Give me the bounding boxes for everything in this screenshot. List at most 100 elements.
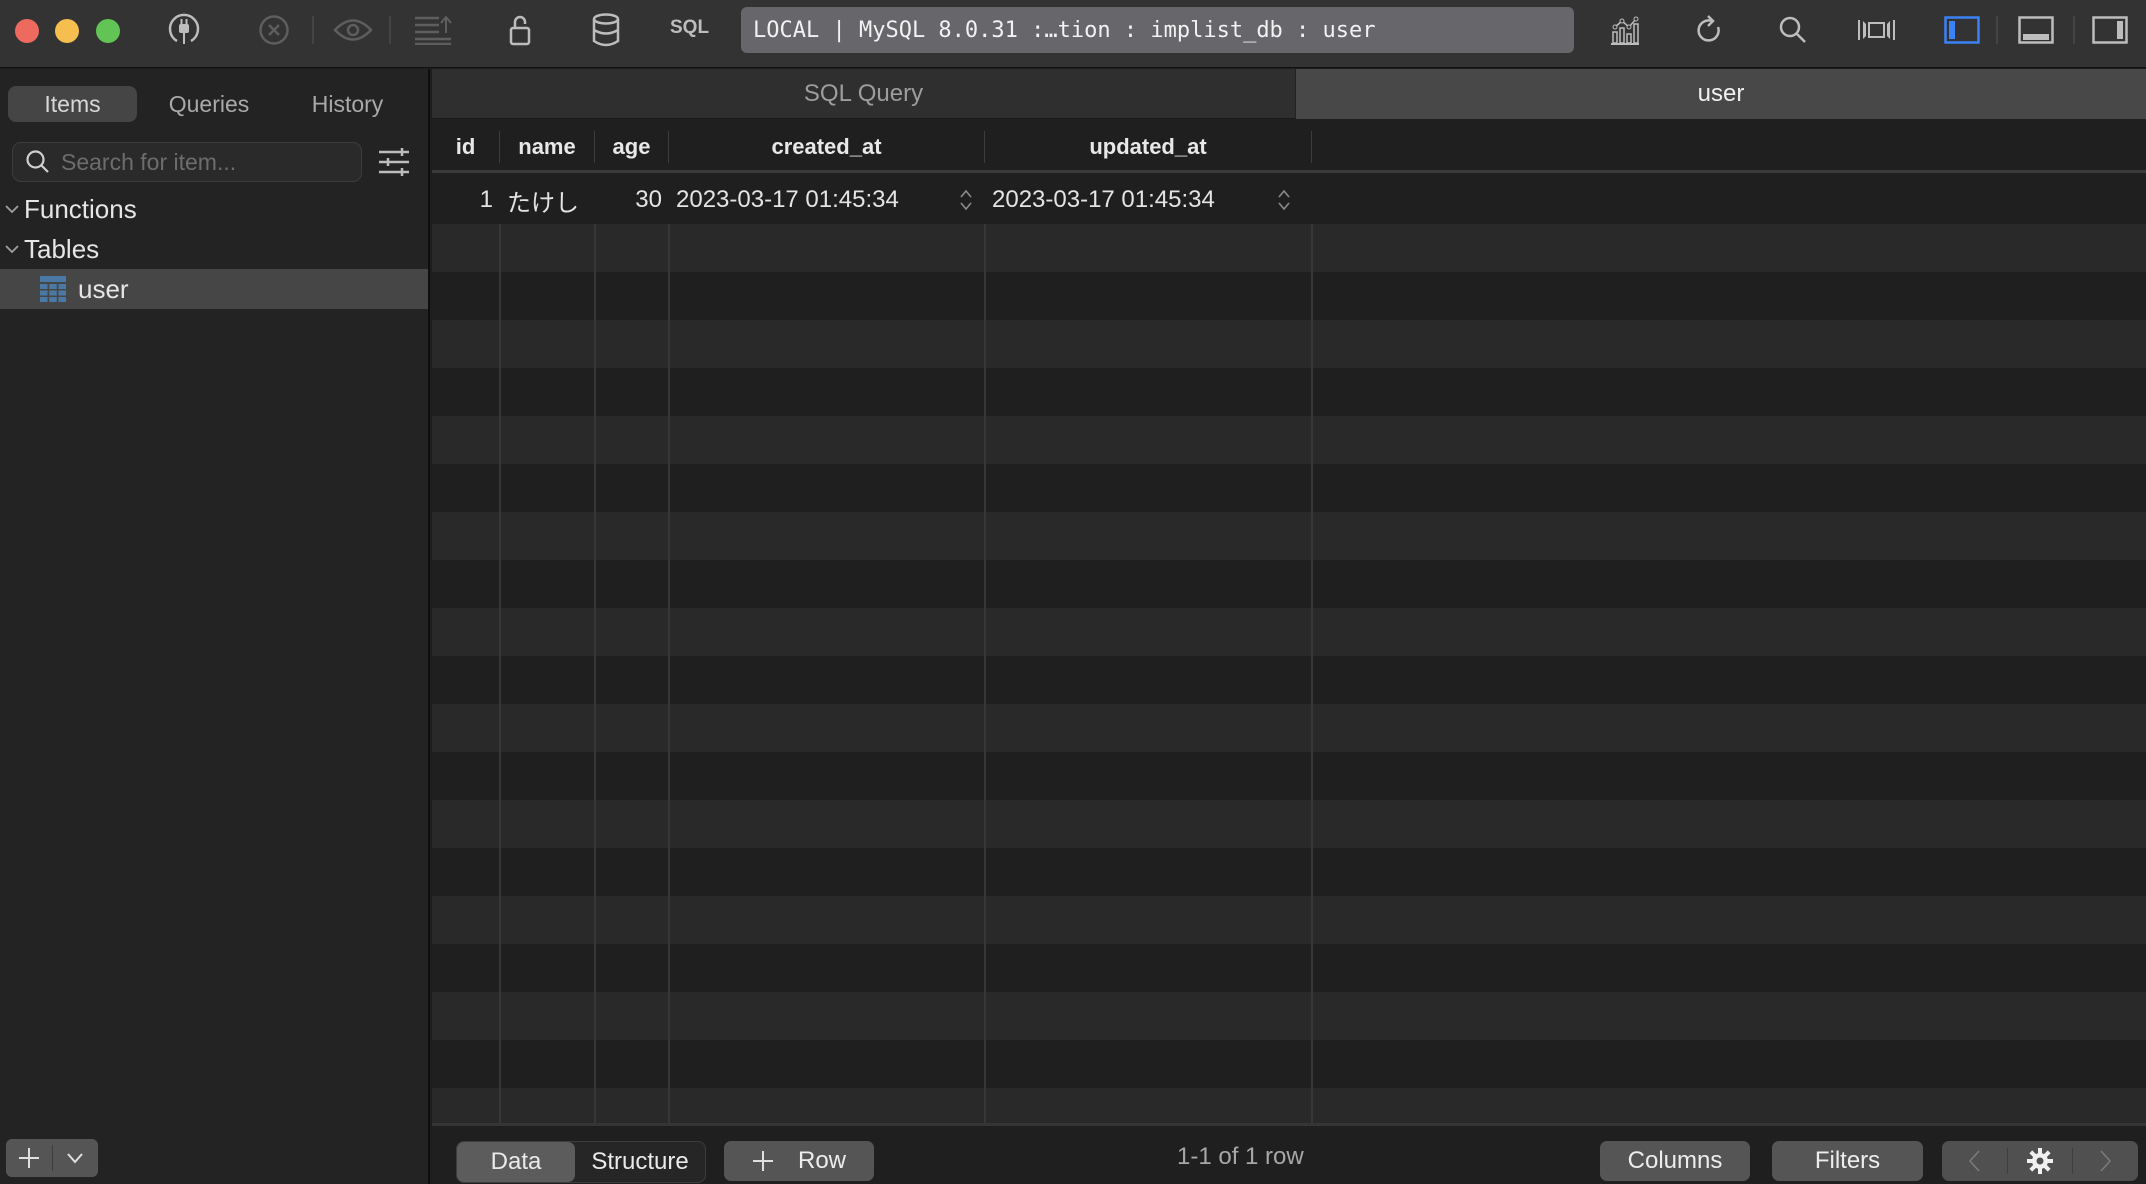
sidebar-tab-queries[interactable]: Queries — [150, 86, 268, 122]
cell-created-at[interactable]: 2023-03-17 01:45:34 — [670, 176, 930, 224]
pagination-control — [1942, 1141, 2138, 1181]
close-window-button[interactable] — [15, 19, 39, 43]
columns-button[interactable]: Columns — [1600, 1141, 1750, 1181]
empty-row — [432, 320, 2146, 368]
grid-header: id name age created_at updated_at — [432, 119, 2146, 173]
toolbar-separator — [389, 16, 391, 44]
tab-sql-query[interactable]: SQL Query — [432, 69, 1295, 119]
add-row-label: Row — [797, 1147, 846, 1174]
empty-row — [432, 416, 2146, 464]
title-bar: SQL LOCAL | MySQL 8.0.31 :…tion : implis… — [0, 0, 2146, 68]
structure-view-button[interactable]: Structure — [575, 1142, 705, 1182]
chevron-down-icon — [0, 204, 24, 214]
column-header-age[interactable]: age — [595, 131, 669, 163]
sidebar-tab-history[interactable]: History — [290, 86, 405, 122]
table-row[interactable]: 1 たけし 30 2023-03-17 01:45:34 2023-03-17 … — [432, 176, 2146, 224]
column-divider — [499, 176, 501, 1174]
column-header-updated-at[interactable]: updated_at — [985, 131, 1312, 163]
add-button[interactable] — [6, 1139, 52, 1177]
date-stepper-icon[interactable] — [1277, 188, 1291, 217]
data-view-button[interactable]: Data — [457, 1142, 575, 1182]
previous-page-button[interactable] — [1942, 1141, 2007, 1181]
sql-icon[interactable]: SQL — [670, 17, 709, 39]
chevron-down-icon — [0, 244, 24, 254]
empty-row — [432, 848, 2146, 896]
gear-icon — [2027, 1148, 2053, 1174]
metrics-chart-icon[interactable] — [1609, 12, 1641, 48]
column-divider — [984, 176, 986, 1174]
cell-age[interactable]: 30 — [596, 176, 668, 224]
filter-settings-icon[interactable] — [378, 147, 410, 182]
tree-group-label: Functions — [24, 193, 137, 224]
cell-updated-at[interactable]: 2023-03-17 01:45:34 — [986, 176, 1256, 224]
empty-row — [432, 560, 2146, 608]
empty-row — [432, 992, 2146, 1040]
chevron-right-icon — [2100, 1150, 2111, 1172]
plus-icon — [752, 1151, 773, 1171]
cell-id[interactable]: 1 — [432, 176, 499, 224]
minimize-window-button[interactable] — [55, 19, 79, 43]
tab-bar: SQL Query user — [432, 69, 2146, 119]
empty-row — [432, 896, 2146, 944]
empty-row — [432, 608, 2146, 656]
column-divider — [1311, 176, 1313, 1174]
empty-row — [432, 1040, 2146, 1088]
tree-group-label: Tables — [24, 233, 100, 264]
sidebar: Items Queries History Functions Tables u… — [0, 69, 430, 1184]
stop-icon[interactable] — [256, 12, 292, 48]
column-header-created-at[interactable]: created_at — [669, 131, 985, 163]
table-icon — [40, 276, 66, 302]
column-header-id[interactable]: id — [432, 131, 500, 163]
empty-row — [432, 656, 2146, 704]
empty-row — [432, 704, 2146, 752]
refresh-icon[interactable] — [1695, 12, 1723, 48]
tree-group-functions[interactable]: Functions — [0, 189, 428, 229]
main-area: SQL Query user id name age created_at up… — [432, 69, 2146, 1184]
empty-row — [432, 944, 2146, 992]
toolbar-separator — [1996, 16, 1998, 44]
toggle-bottom-panel-icon[interactable] — [2018, 12, 2054, 48]
date-stepper-icon[interactable] — [959, 188, 973, 217]
toggle-right-sidebar-icon[interactable] — [2092, 12, 2128, 48]
empty-row — [432, 464, 2146, 512]
pagination-settings-button[interactable] — [2008, 1141, 2073, 1181]
tab-user[interactable]: user — [1295, 69, 2146, 119]
plus-icon — [18, 1148, 39, 1168]
next-page-button[interactable] — [2073, 1141, 2138, 1181]
connect-plug-icon[interactable] — [166, 12, 202, 48]
filters-button[interactable]: Filters — [1772, 1141, 1923, 1181]
toggle-left-sidebar-icon[interactable] — [1944, 12, 1980, 48]
column-header-name[interactable]: name — [500, 131, 595, 163]
search-icon[interactable] — [1779, 12, 1807, 48]
empty-row — [432, 752, 2146, 800]
toolbar-separator — [2073, 16, 2075, 44]
empty-row — [432, 272, 2146, 320]
column-divider — [668, 176, 670, 1174]
add-item-control — [6, 1139, 98, 1177]
split-view-icon[interactable] — [1858, 12, 1896, 48]
empty-row — [432, 368, 2146, 416]
empty-row — [432, 800, 2146, 848]
database-icon[interactable] — [590, 12, 622, 48]
search-input[interactable] — [61, 148, 341, 176]
sidebar-item-user-table[interactable]: user — [0, 269, 428, 309]
search-icon — [25, 149, 51, 175]
view-mode-switch: Data Structure — [456, 1141, 706, 1183]
lock-icon[interactable] — [508, 12, 534, 48]
tree-group-tables[interactable]: Tables — [0, 229, 428, 269]
data-grid: id name age created_at updated_at 1 たけし … — [432, 119, 2146, 1174]
sidebar-tab-items[interactable]: Items — [8, 86, 137, 122]
row-count-status: 1-1 of 1 row — [1177, 1143, 1304, 1170]
chevron-left-icon — [1969, 1150, 1980, 1172]
commit-changes-icon[interactable] — [413, 12, 453, 48]
search-field[interactable] — [12, 142, 362, 182]
cell-name[interactable]: たけし — [501, 176, 594, 224]
chevron-down-icon — [67, 1153, 83, 1164]
add-row-button[interactable]: Row — [724, 1141, 874, 1181]
preview-eye-icon[interactable] — [333, 12, 373, 48]
zoom-window-button[interactable] — [96, 19, 120, 43]
connection-status-bar[interactable]: LOCAL | MySQL 8.0.31 :…tion : implist_db… — [741, 7, 1574, 53]
empty-row — [432, 224, 2146, 272]
table-name: user — [78, 273, 129, 304]
add-options-dropdown[interactable] — [52, 1139, 98, 1177]
